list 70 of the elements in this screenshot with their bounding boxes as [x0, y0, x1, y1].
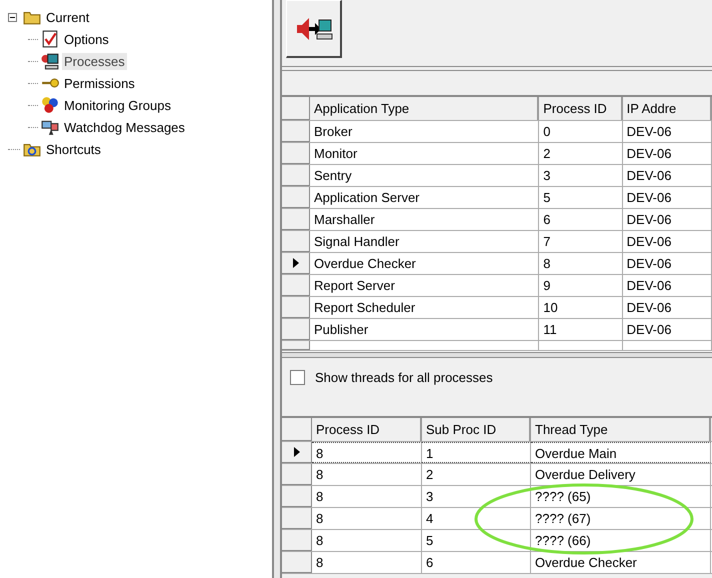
table-cell: 8 — [312, 442, 422, 463]
table-cell: DEV-06 — [622, 209, 712, 230]
table-cell: 6 — [539, 209, 623, 230]
computer-icon — [41, 52, 59, 70]
table-cell: DEV-06 — [622, 165, 712, 186]
current-row-icon — [294, 447, 300, 457]
table-cell: Publisher — [310, 319, 540, 340]
tree-item[interactable]: Current — [44, 8, 92, 26]
table-cell: DEV-06 — [622, 253, 712, 274]
table-cell: Report Server — [310, 275, 540, 296]
row-header[interactable] — [282, 442, 312, 463]
table-cell: Overdue Main — [531, 442, 711, 463]
table-cell: Monitor — [310, 143, 540, 164]
table-cell: 2 — [539, 143, 623, 164]
checklist-icon — [41, 30, 59, 48]
table-cell: DEV-06 — [622, 275, 712, 296]
table-cell: DEV-06 — [622, 297, 712, 318]
grid-corner[interactable] — [282, 97, 310, 120]
table-cell: Marshaller — [310, 209, 540, 230]
table-cell: ???? (67) — [531, 508, 711, 529]
table-cell: 5 — [422, 530, 531, 551]
table-cell: 11 — [539, 319, 623, 340]
table-cell: 7 — [539, 231, 623, 252]
table-cell: 9 — [539, 275, 623, 296]
table-cell: Sentry — [310, 165, 540, 186]
table-cell: DEV-06 — [622, 187, 712, 208]
tree-item[interactable]: Processes — [62, 52, 127, 70]
table-cell: DEV-06 — [622, 143, 712, 164]
tree-item[interactable]: Permissions — [62, 74, 137, 92]
table-cell: Report Scheduler — [310, 297, 540, 318]
table-cell: 3 — [422, 486, 531, 507]
table-cell: 8 — [312, 486, 422, 507]
tree-item[interactable]: Monitoring Groups — [62, 96, 173, 114]
current-row-icon — [292, 258, 298, 268]
table-cell: DEV-06 — [622, 121, 712, 142]
speaker-computer-icon — [294, 16, 332, 42]
table-cell: Overdue Checker — [531, 552, 711, 573]
tree-item[interactable]: Options — [62, 30, 111, 48]
table-cell: 8 — [312, 508, 422, 529]
table-cell: Broker — [310, 121, 540, 142]
tree-item[interactable]: Shortcuts — [44, 140, 103, 158]
table-cell: 6 — [422, 552, 531, 573]
checkbox-label[interactable]: Show threads for all processes — [315, 370, 493, 384]
table-cell: DEV-06 — [622, 319, 712, 340]
table-cell: 10 — [539, 297, 623, 318]
table-cell: ???? (65) — [531, 486, 711, 507]
table-cell: 4 — [422, 508, 531, 529]
table-cell: Overdue Checker — [310, 253, 540, 274]
messages-icon — [41, 118, 59, 136]
column-header[interactable]: IP Addre — [622, 97, 712, 120]
table-cell: 1 — [422, 442, 531, 463]
collapse-toggle[interactable] — [8, 12, 20, 22]
table-cell: ???? (66) — [531, 530, 711, 551]
table-cell: 3 — [539, 165, 623, 186]
table-cell: Overdue Delivery — [531, 464, 711, 485]
table-cell: 5 — [539, 187, 623, 208]
table-cell: Signal Handler — [310, 231, 540, 252]
table-cell: 8 — [312, 464, 422, 485]
table-cell: 0 — [539, 121, 623, 142]
table-cell: 8 — [312, 530, 422, 551]
table-cell: 8 — [312, 552, 422, 573]
balloons-icon — [41, 96, 59, 114]
tree-item[interactable]: Watchdog Messages — [62, 118, 187, 136]
toolbar-button[interactable] — [286, 0, 342, 58]
row-header[interactable] — [282, 253, 310, 274]
table-cell: 8 — [539, 253, 623, 274]
table-cell: 2 — [422, 464, 531, 485]
table-cell: DEV-06 — [622, 231, 712, 252]
table-cell: Application Server — [310, 187, 540, 208]
checkbox[interactable] — [290, 370, 305, 384]
